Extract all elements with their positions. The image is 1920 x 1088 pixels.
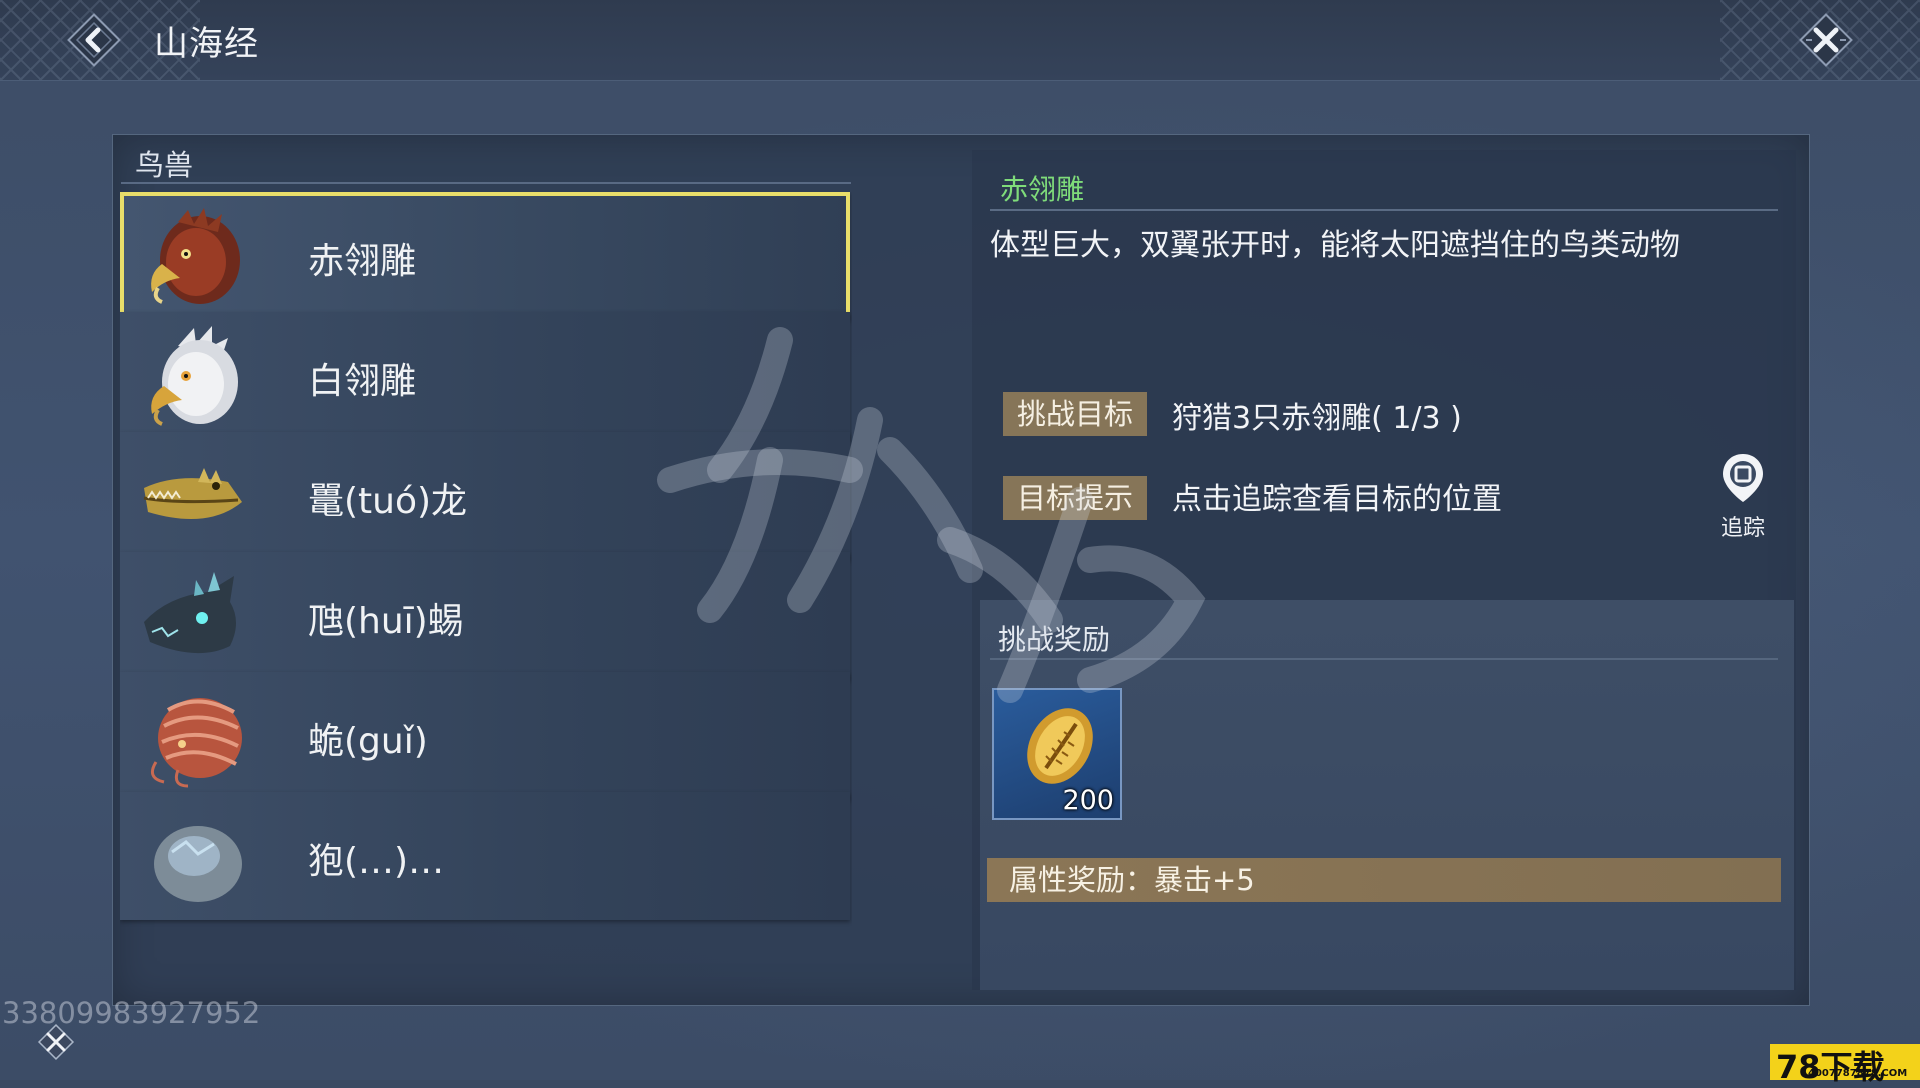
creature-name: 赤翎雕 xyxy=(308,241,417,282)
close-button[interactable] xyxy=(1794,8,1858,72)
creature-item[interactable]: 赤翎雕 xyxy=(120,192,850,320)
sea-creature-portrait xyxy=(150,698,242,788)
detail-description: 体型巨大，双翼张开时，能将太阳遮挡住的鸟类动物 xyxy=(990,228,1680,263)
track-label: 追踪 xyxy=(1720,516,1765,541)
track-button[interactable]: 追踪 xyxy=(1718,452,1768,541)
chevron-left-icon xyxy=(67,13,121,67)
creature-name: 虺(huī)蜴 xyxy=(308,601,464,642)
close-small-icon[interactable] xyxy=(36,1022,76,1062)
page-title: 山海经 xyxy=(154,24,259,64)
reward-title: 挑战奖励 xyxy=(998,623,1111,656)
reward-divider xyxy=(990,658,1778,660)
target-hint-value: 点击追踪查看目标的位置 xyxy=(1172,482,1502,517)
creature-item[interactable]: 鼍(tuó)龙 xyxy=(120,432,850,560)
reward-item-slot[interactable]: 200 xyxy=(992,688,1122,820)
creature-item[interactable]: 狍(…)… xyxy=(120,792,850,920)
location-pin-icon xyxy=(1723,454,1763,502)
creature-item[interactable]: 蛫(guǐ) xyxy=(120,672,850,800)
creature-list[interactable]: 赤翎雕 白翎雕 鼍(tuó)龙 虺(huī)蜴 蛫(guǐ) 狍(…)… xyxy=(120,192,852,990)
creature-name: 蛫(guǐ) xyxy=(308,721,428,762)
site-logo: 78下载 4007787878.COM xyxy=(1770,1044,1920,1086)
challenge-target-tag: 挑战目标 xyxy=(1003,392,1147,436)
creature-name: 鼍(tuó)龙 xyxy=(308,481,468,522)
category-title: 鸟兽 xyxy=(135,148,194,182)
target-hint-tag: 目标提示 xyxy=(1003,476,1147,520)
attribute-reward: 属性奖励：暴击+5 xyxy=(987,858,1781,902)
creature-name: 白翎雕 xyxy=(308,361,417,402)
logo-subtext: 4007787878.COM xyxy=(1808,1068,1908,1079)
challenge-target-value: 狩猎3只赤翎雕( 1/3 ) xyxy=(1172,401,1462,436)
top-bar: 山海经 xyxy=(0,0,1920,81)
crocodile-portrait xyxy=(143,468,242,520)
detail-divider xyxy=(990,209,1778,211)
detail-creature-name: 赤翎雕 xyxy=(1000,173,1085,206)
close-icon xyxy=(1799,13,1853,67)
back-button[interactable] xyxy=(62,8,126,72)
lizard-portrait xyxy=(144,572,236,654)
creature-item[interactable]: 虺(huī)蜴 xyxy=(120,552,850,680)
creature-item[interactable]: 白翎雕 xyxy=(120,312,850,440)
stone-beast-portrait xyxy=(154,826,242,902)
red-eagle-portrait xyxy=(151,208,240,304)
reward-count: 200 xyxy=(1062,785,1114,816)
white-eagle-portrait xyxy=(151,326,238,426)
creature-name: 狍(…)… xyxy=(308,841,445,882)
logo-text: 78下载 xyxy=(1776,1048,1885,1086)
category-divider xyxy=(121,182,851,184)
